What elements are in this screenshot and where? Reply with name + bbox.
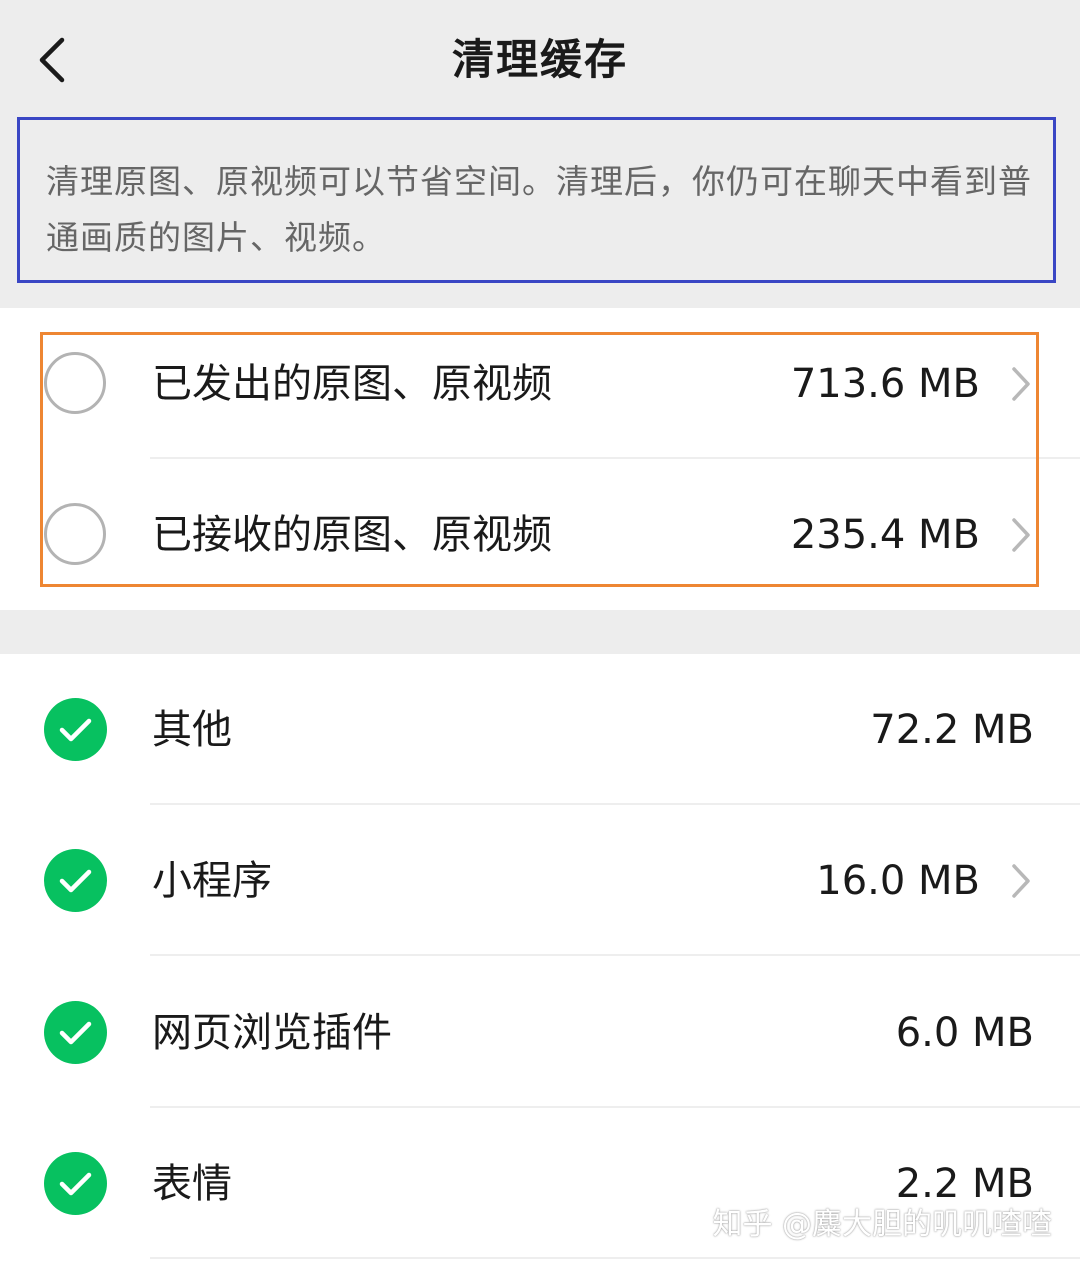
item-size: 16.0 MB (816, 858, 980, 904)
chevron-right-icon (1006, 363, 1036, 405)
list-item-sent-original-media[interactable]: 已发出的原图、原视频 713.6 MB (0, 308, 1080, 459)
notice-box: 清理原图、原视频可以节省空间。清理后，你仍可在聊天中看到普通画质的图片、视频。 (17, 117, 1056, 283)
item-label: 其他 (152, 707, 232, 753)
checked-circle-icon[interactable] (44, 698, 107, 761)
item-size: 72.2 MB (870, 707, 1034, 753)
checked-circle-icon[interactable] (44, 849, 107, 912)
item-label: 表情 (152, 1161, 232, 1207)
navigation-bar: 清理缓存 (0, 0, 1080, 118)
item-label: 网页浏览插件 (152, 1010, 392, 1056)
page-title: 清理缓存 (451, 35, 628, 84)
item-size: 6.0 MB (895, 1010, 1034, 1056)
unchecked-radio-icon[interactable] (44, 352, 106, 414)
item-size: 235.4 MB (790, 512, 980, 558)
original-media-group: 已发出的原图、原视频 713.6 MB 已接收的原图、原视频 235.4 MB (0, 308, 1080, 610)
chevron-right-icon (1006, 514, 1036, 556)
list-item-web-plugins[interactable]: 网页浏览插件 6.0 MB (0, 957, 1080, 1108)
unchecked-radio-icon[interactable] (44, 503, 106, 565)
cache-items-group: 其他 72.2 MB 小程序 16.0 MB 网页浏览插件 6.0 MB 表情 … (0, 654, 1080, 1269)
divider (150, 954, 1080, 956)
checked-circle-icon[interactable] (44, 1001, 107, 1064)
checked-circle-icon[interactable] (44, 1152, 107, 1215)
list-item-mini-programs[interactable]: 小程序 16.0 MB (0, 805, 1080, 956)
chevron-right-icon (1006, 860, 1036, 902)
item-label: 已接收的原图、原视频 (152, 512, 552, 558)
item-size: 713.6 MB (790, 361, 980, 407)
watermark: 知乎 @麋大胆的叽叽喳喳 (712, 1207, 1052, 1242)
divider (150, 1257, 1080, 1259)
list-item-received-original-media[interactable]: 已接收的原图、原视频 235.4 MB (0, 459, 1080, 610)
list-item-other[interactable]: 其他 72.2 MB (0, 654, 1080, 805)
item-label: 小程序 (152, 858, 272, 904)
item-label: 已发出的原图、原视频 (152, 361, 552, 407)
notice-text: 清理原图、原视频可以节省空间。清理后，你仍可在聊天中看到普通画质的图片、视频。 (46, 162, 1032, 257)
